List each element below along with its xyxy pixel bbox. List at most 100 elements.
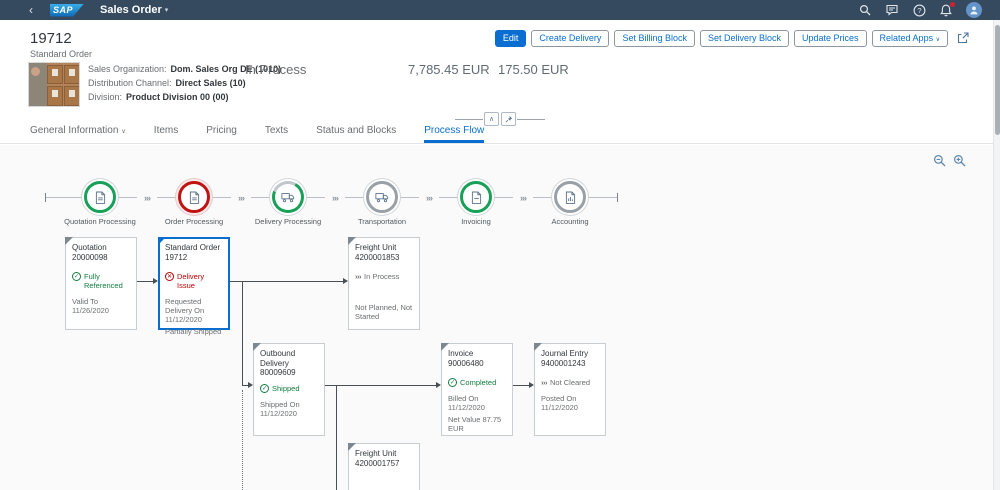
card-fold [65, 237, 73, 245]
open-in-new-icon[interactable] [957, 32, 970, 45]
facet-row: Distribution Channel: Direct Sales (10) [88, 76, 281, 90]
card-detail: Posted On 11/12/2020 [541, 394, 599, 412]
tab-bar: General Information∨ Items Pricing Texts… [0, 127, 1000, 144]
flow-chevrons-icon: ››› [419, 193, 439, 203]
lane-label: Quotation Processing [55, 217, 145, 226]
lane-label: Invoicing [431, 217, 521, 226]
flow-chevrons-icon: ››› [325, 193, 345, 203]
tax-amount: 175.50 EUR [498, 62, 569, 77]
connector-line [513, 385, 529, 386]
card-status: ✓Shipped [260, 384, 318, 393]
shell-app-title[interactable]: Sales Order [100, 4, 162, 16]
card-detail: Net Value 87.75 EUR [448, 415, 506, 433]
card-title: Freight Unit 4200001757 [355, 449, 413, 468]
check-circle-icon: ✓ [260, 384, 269, 393]
object-page-header: 19712 Standard Order Edit Create Deliver… [0, 20, 1000, 127]
sap-logo: SAP [50, 4, 84, 17]
tab-items[interactable]: Items [154, 125, 178, 143]
flow-card-freight-unit-1757[interactable]: Freight Unit 4200001757 [348, 443, 420, 490]
facet-value: Direct Sales (10) [176, 78, 246, 88]
connector-line-dotted [242, 390, 243, 490]
notifications-bell-icon[interactable] [939, 3, 953, 17]
search-icon[interactable] [858, 3, 872, 17]
facet-label: Sales Organization: [88, 64, 167, 74]
chevrons-icon: ››› [355, 272, 361, 281]
collapse-header-button[interactable]: ∧ [484, 112, 499, 126]
lane-node-delivery-processing[interactable] [271, 180, 305, 214]
card-status: ✓Fully Referenced [72, 272, 130, 290]
lane-label: Accounting [525, 217, 615, 226]
tab-general-information[interactable]: General Information∨ [30, 125, 126, 143]
update-prices-button[interactable]: Update Prices [794, 30, 867, 47]
header-actions: Edit Create Delivery Set Billing Block S… [495, 30, 970, 47]
facet-label: Division: [88, 92, 122, 102]
flow-chevrons-icon: ››› [513, 193, 533, 203]
edit-button[interactable]: Edit [495, 30, 527, 47]
set-delivery-block-button[interactable]: Set Delivery Block [700, 30, 789, 47]
flow-card-freight-unit-1853[interactable]: Freight Unit 4200001853 ›››In Process No… [348, 237, 420, 330]
avatar[interactable] [966, 2, 982, 18]
card-title: Invoice 90006480 [448, 349, 506, 368]
svg-text:?: ? [917, 6, 921, 15]
card-status: ›››Not Cleared [541, 378, 599, 387]
card-detail: Billed On 11/12/2020 [448, 394, 506, 412]
card-fold [441, 343, 449, 351]
card-fold [348, 443, 356, 451]
card-fold [348, 237, 356, 245]
lane-label: Delivery Processing [243, 217, 333, 226]
tab-status-and-blocks[interactable]: Status and Blocks [316, 125, 396, 143]
connector-line [336, 385, 337, 490]
lane-node-invoicing[interactable] [459, 180, 493, 214]
related-apps-button[interactable]: Related Apps ∨ [872, 30, 948, 47]
flow-card-outbound-delivery[interactable]: Outbound Delivery 80009609 ✓Shipped Ship… [253, 343, 325, 436]
card-fold [534, 343, 542, 351]
connector-line [230, 281, 343, 282]
lane-node-transportation[interactable] [365, 180, 399, 214]
shell-actions: ? [858, 2, 982, 18]
zoom-out-icon[interactable] [933, 154, 949, 170]
lane-node-quotation-processing[interactable] [83, 180, 117, 214]
card-detail: Requested Delivery On 11/12/2020 [165, 297, 223, 324]
facet-value: Product Division 00 (00) [126, 92, 229, 102]
page-title: 19712 [30, 30, 72, 47]
flow-card-standard-order[interactable]: Standard Order 19712 ✕Delivery Issue Req… [158, 237, 230, 330]
tab-label: General Information [30, 125, 118, 136]
lane-label: Transportation [337, 217, 427, 226]
create-delivery-button[interactable]: Create Delivery [531, 30, 609, 47]
card-fold [158, 237, 166, 245]
card-detail: Partially Shipped [165, 327, 223, 336]
chat-icon[interactable] [885, 3, 899, 17]
help-icon[interactable]: ? [912, 3, 926, 17]
sales-order-app: ‹ SAP Sales Order ▾ ? 19712 Standard [0, 0, 1000, 490]
set-billing-block-button[interactable]: Set Billing Block [614, 30, 695, 47]
connector-line [242, 281, 243, 385]
back-button[interactable]: ‹ [24, 0, 38, 20]
card-title: Freight Unit 4200001853 [355, 243, 413, 262]
tab-texts[interactable]: Texts [265, 125, 288, 143]
card-title: Journal Entry 9400001243 [541, 349, 599, 368]
lane-node-accounting[interactable] [553, 180, 587, 214]
chevron-down-icon: ∨ [121, 129, 125, 135]
check-circle-icon: ✓ [448, 378, 457, 387]
card-title: Quotation 20000098 [72, 243, 130, 262]
page-subtitle: Standard Order [30, 49, 92, 59]
order-thumbnail-image [28, 62, 80, 107]
tab-pricing[interactable]: Pricing [206, 125, 237, 143]
zoom-in-icon[interactable] [953, 154, 969, 170]
facet-label: Distribution Channel: [88, 78, 172, 88]
card-detail: Shipped On 11/12/2020 [260, 400, 318, 418]
flow-chevrons-icon: ››› [137, 193, 157, 203]
card-title: Outbound Delivery 80009609 [260, 349, 318, 378]
pin-header-button[interactable] [501, 112, 516, 126]
flow-card-quotation[interactable]: Quotation 20000098 ✓Fully Referenced Val… [65, 237, 137, 330]
flow-card-invoice[interactable]: Invoice 90006480 ✓Completed Billed On 11… [441, 343, 513, 436]
flow-card-journal-entry[interactable]: Journal Entry 9400001243 ›››Not Cleared … [534, 343, 606, 436]
scrollbar-thumb[interactable] [995, 25, 1000, 135]
tab-process-flow[interactable]: Process Flow [424, 125, 484, 143]
app-title-caret-icon[interactable]: ▾ [165, 6, 169, 14]
net-amount: 7,785.45 EUR [408, 62, 490, 77]
card-status: ✓Completed [448, 378, 506, 387]
scrollbar[interactable] [993, 20, 1000, 490]
related-apps-label: Related Apps [880, 33, 934, 43]
lane-node-order-processing[interactable] [177, 180, 211, 214]
